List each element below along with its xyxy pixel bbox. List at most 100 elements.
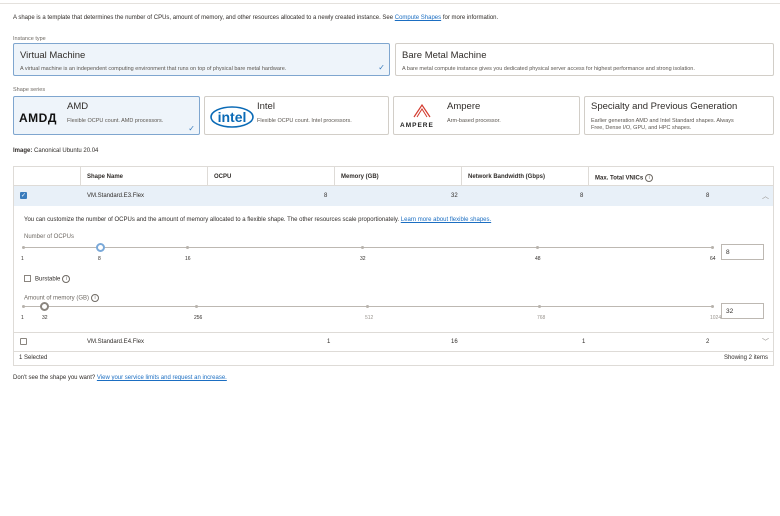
learn-more-flexible-link[interactable]: Learn more about flexible shapes. [401, 217, 491, 223]
intel-desc: Flexible OCPU count. Intel processors. [257, 118, 352, 124]
info-icon[interactable]: i [645, 174, 654, 182]
row-bandwidth: 1 [582, 339, 586, 345]
slider-tick-label: 32 [42, 315, 48, 321]
instance-type-virtual-machine[interactable]: Virtual Machine A virtual machine is an … [13, 43, 390, 76]
col-shape-name[interactable]: Shape Name [87, 174, 123, 180]
slider-tick-label: 1 [21, 256, 24, 262]
row-checkbox[interactable]: ✓ [20, 192, 27, 199]
chevron-up-icon[interactable]: ︿ [762, 191, 769, 201]
info-icon[interactable]: i [62, 275, 71, 283]
row-vnics: 2 [706, 339, 710, 345]
specialty-title: Specialty and Previous Generation [591, 101, 738, 112]
ocpu-label: Number of OCPUs [24, 234, 75, 240]
intel-logo-text: intel [218, 109, 247, 125]
table-row[interactable]: ✓ VM.Standard.E3.Flex 8 32 8 8 ︿ [13, 186, 774, 206]
row-bandwidth: 8 [580, 193, 584, 199]
ampere-desc: Arm-based processor. [447, 118, 501, 124]
column-divider [207, 167, 208, 185]
slider-tick-label: 512 [365, 315, 374, 321]
column-divider [588, 167, 589, 185]
slider-tick-label: 256 [194, 315, 203, 321]
row-ocpu: 1 [327, 339, 331, 345]
col-memory[interactable]: Memory (GB) [341, 174, 379, 180]
ampere-logo-icon [413, 104, 431, 118]
slider-tick-label: 32 [360, 256, 366, 262]
memory-label: Amount of memory (GB) [24, 295, 90, 302]
slider-tick-label: 768 [537, 315, 546, 321]
intel-title: Intel [257, 101, 275, 112]
shape-series-specialty[interactable]: Specialty and Previous Generation Earlie… [584, 96, 774, 135]
slider-thumb[interactable] [39, 302, 49, 311]
row-ocpu: 8 [324, 193, 328, 199]
slider-tick-label: 1 [21, 315, 24, 321]
vm-desc: A virtual machine is an independent comp… [20, 66, 287, 72]
ocpu-input[interactable]: 8 [721, 244, 764, 260]
intro-text: A shape is a template that determines th… [13, 15, 498, 21]
chevron-down-icon[interactable]: ﹀ [762, 337, 769, 347]
bottom-note: Don't see the shape you want? View your … [13, 375, 227, 381]
flex-shape-config: You can customize the number of OCPUs an… [13, 206, 774, 332]
image-label: Image: [13, 148, 33, 154]
slider-tick [22, 305, 25, 308]
slider-tick [186, 246, 189, 249]
image-info: Image: Canonical Ubuntu 20.04 [13, 148, 98, 154]
slider-tick-label: 48 [535, 256, 541, 262]
flex-note: You can customize the number of OCPUs an… [24, 217, 491, 223]
slider-tick [366, 305, 369, 308]
top-divider [0, 3, 780, 4]
ampere-logo-text: AMPERE [400, 122, 434, 129]
vm-title: Virtual Machine [20, 50, 86, 61]
ampere-title: Ampere [447, 101, 481, 112]
slider-tick [538, 305, 541, 308]
slider-tick-label: 64 [710, 256, 716, 262]
column-divider [461, 167, 462, 185]
amd-desc: Flexible OCPU count. AMD processors. [67, 118, 164, 124]
col-bandwidth[interactable]: Network Bandwidth (Gbps) [468, 174, 545, 180]
amd-title: AMD [67, 101, 89, 112]
burstable-label: Burstable [35, 276, 61, 283]
flex-note-text: You can customize the number of OCPUs an… [24, 217, 400, 223]
slider-tick [711, 246, 714, 249]
row-memory: 16 [451, 339, 458, 345]
col-max-vnics-label[interactable]: Max. Total VNICs [595, 176, 643, 182]
amd-logo: AMDД [19, 111, 57, 125]
intel-logo-icon: intel [210, 106, 254, 128]
selected-count: 1 Selected [19, 355, 48, 361]
check-icon: ✓ [378, 63, 385, 72]
slider-tick [711, 305, 714, 308]
table-row[interactable]: VM.Standard.E4.Flex 1 16 1 2 ﹀ [13, 332, 774, 352]
info-icon[interactable]: i [91, 294, 100, 302]
col-ocpu[interactable]: OCPU [214, 174, 231, 180]
row-checkbox[interactable] [20, 338, 27, 345]
compute-shapes-link[interactable]: Compute Shapes [395, 15, 441, 21]
showing-count: Showing 2 items [723, 355, 768, 361]
burstable-row: Burstable i [35, 275, 71, 283]
slider-tick [536, 246, 539, 249]
slider-track[interactable] [23, 247, 712, 248]
slider-thumb[interactable] [95, 243, 105, 252]
shapes-table-header: Shape Name OCPU Memory (GB) Network Band… [13, 166, 774, 186]
col-max-vnics: Max. Total VNICs i [595, 174, 654, 182]
slider-tick [361, 246, 364, 249]
slider-tick [22, 246, 25, 249]
service-limits-link[interactable]: View your service limits and request an … [97, 375, 227, 381]
specialty-desc-line1: Earlier generation AMD and Intel Standar… [591, 118, 734, 124]
shape-series-amd[interactable]: AMDД AMD Flexible OCPU count. AMD proces… [13, 96, 200, 135]
row-memory: 32 [451, 193, 458, 199]
memory-input[interactable]: 32 [721, 303, 764, 319]
instance-type-bare-metal[interactable]: Bare Metal Machine A bare metal compute … [395, 43, 774, 76]
burstable-checkbox[interactable] [24, 275, 31, 282]
intro-sentence: A shape is a template that determines th… [13, 15, 394, 21]
slider-tick-label: 16 [185, 256, 191, 262]
column-divider [80, 167, 81, 185]
bottom-note-text: Don't see the shape you want? [13, 375, 96, 381]
row-shape-name: VM.Standard.E3.Flex [87, 193, 145, 199]
shape-series-intel[interactable]: intel Intel Flexible OCPU count. Intel p… [204, 96, 389, 135]
bm-desc: A bare metal compute instance gives you … [402, 66, 695, 72]
slider-tick-label: 8 [98, 256, 101, 262]
shape-series-ampere[interactable]: AMPERE Ampere Arm-based processor. [393, 96, 580, 135]
slider-tick-label: 1024 [710, 315, 722, 321]
specialty-desc-line2: Free, Dense I/O, GPU, and HPC shapes. [591, 125, 692, 131]
column-divider [334, 167, 335, 185]
table-footer: 1 Selected Showing 2 items [13, 351, 774, 366]
